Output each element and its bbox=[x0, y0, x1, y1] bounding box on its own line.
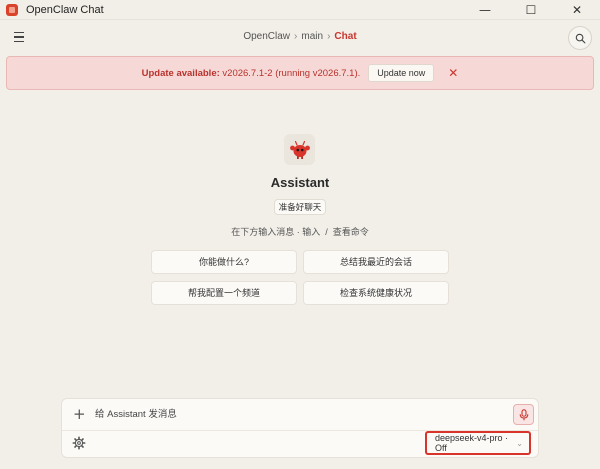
breadcrumb-separator: › bbox=[327, 31, 331, 42]
suggestion-button[interactable]: 帮我配置一个频道 bbox=[151, 281, 297, 305]
hint-right: 查看命令 bbox=[332, 227, 369, 237]
input-hint: 在下方输入消息 · 输入 / 查看命令 bbox=[0, 225, 600, 238]
hint-slash: / bbox=[325, 227, 328, 237]
update-message: Update available: v2026.7.1-2 (running v… bbox=[142, 68, 361, 79]
breadcrumb-item-chat: Chat bbox=[334, 31, 357, 42]
add-attachment-icon[interactable]: + bbox=[73, 405, 86, 423]
search-icon bbox=[575, 33, 585, 43]
model-select[interactable]: deepseek-v4-pro · Off ⌄ bbox=[425, 431, 531, 455]
assistant-name: Assistant bbox=[270, 175, 330, 190]
breadcrumb-item-main[interactable]: main bbox=[301, 31, 323, 42]
breadcrumb-separator: › bbox=[294, 31, 298, 42]
gear-icon[interactable] bbox=[72, 436, 86, 450]
breadcrumb-item-openclaw[interactable]: OpenClaw bbox=[243, 31, 290, 42]
suggestion-button[interactable]: 检查系统健康状况 bbox=[303, 281, 449, 305]
update-details: v2026.7.1-2 (running v2026.7.1). bbox=[219, 67, 361, 79]
update-banner: Update available: v2026.7.1-2 (running v… bbox=[6, 56, 594, 90]
chevron-down-icon: ⌄ bbox=[516, 438, 523, 448]
microphone-icon bbox=[519, 408, 528, 420]
close-window-button[interactable]: ✕ bbox=[554, 0, 600, 20]
model-select-value: deepseek-v4-pro · Off bbox=[435, 433, 509, 453]
close-banner-icon[interactable]: ✕ bbox=[448, 66, 458, 80]
search-button[interactable] bbox=[568, 26, 592, 50]
maximize-button[interactable]: ☐ bbox=[508, 0, 554, 20]
voice-input-button[interactable] bbox=[513, 404, 534, 425]
message-input[interactable] bbox=[95, 405, 495, 423]
app-header: OpenClaw › main › Chat bbox=[0, 20, 600, 56]
lobster-mascot-icon bbox=[289, 140, 310, 159]
breadcrumb: OpenClaw › main › Chat bbox=[0, 31, 600, 42]
window-controls: — ☐ ✕ bbox=[462, 0, 600, 20]
message-composer: + deepseek-v4-pro · Off ⌄ bbox=[61, 398, 539, 458]
hint-left: 在下方输入消息 · 输入 bbox=[231, 227, 321, 237]
title-bar: OpenClaw Chat — ☐ ✕ bbox=[0, 0, 600, 20]
update-title: Update available: bbox=[141, 67, 220, 79]
window-title: OpenClaw Chat bbox=[26, 3, 104, 16]
status-badge: 准备好聊天 bbox=[274, 199, 326, 215]
suggestion-button[interactable]: 总结我最近的会话 bbox=[303, 250, 449, 274]
avatar bbox=[284, 134, 315, 165]
suggestion-button[interactable]: 你能做什么? bbox=[151, 250, 297, 274]
app-logo-icon bbox=[6, 3, 18, 16]
minimize-button[interactable]: — bbox=[462, 0, 508, 20]
update-now-button[interactable]: Update now bbox=[368, 64, 435, 82]
